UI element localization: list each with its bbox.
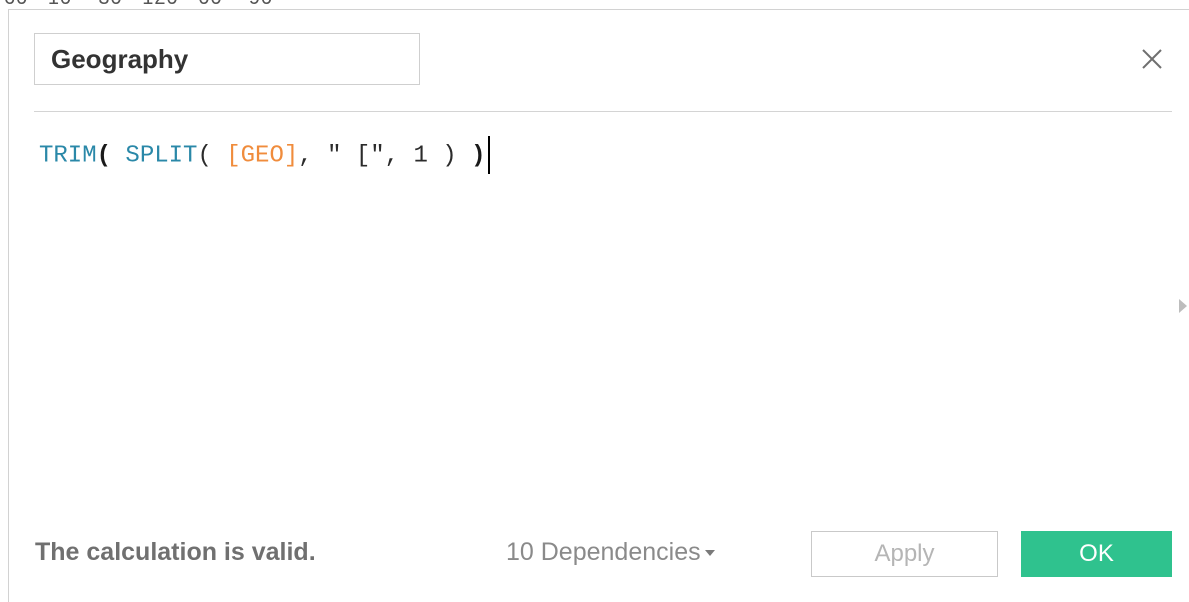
dependencies-dropdown[interactable]: 10 Dependencies <box>506 538 715 567</box>
formula-arguments: , " [", 1 ) <box>298 142 472 170</box>
calculation-editor-window: 60 10 30 120 00 90 TRIM( SPLIT( [GEO], "… <box>0 0 1189 602</box>
formula-function-split: SPLIT <box>125 142 198 170</box>
caret-down-icon <box>704 550 715 557</box>
formula-field-reference: [GEO] <box>226 142 299 170</box>
dependencies-label: 10 Dependencies <box>506 538 701 566</box>
formula-paren-open: ( <box>96 142 126 170</box>
calculation-name-input[interactable] <box>34 33 420 85</box>
calculation-dialog: TRIM( SPLIT( [GEO], " [", 1 ) ) The calc… <box>8 9 1189 602</box>
expand-arrow-icon[interactable] <box>1179 299 1187 313</box>
formula-editor[interactable]: TRIM( SPLIT( [GEO], " [", 1 ) ) <box>39 136 1149 506</box>
formula-paren-close: ) <box>471 142 486 170</box>
header-divider <box>34 111 1172 112</box>
text-cursor <box>487 136 490 174</box>
formula-paren-open-inner: ( <box>197 142 227 170</box>
close-icon[interactable] <box>1141 48 1163 70</box>
apply-button[interactable]: Apply <box>811 531 998 577</box>
formula-function-trim: TRIM <box>39 142 97 170</box>
ok-button[interactable]: OK <box>1021 531 1172 577</box>
validation-status: The calculation is valid. <box>35 538 316 566</box>
